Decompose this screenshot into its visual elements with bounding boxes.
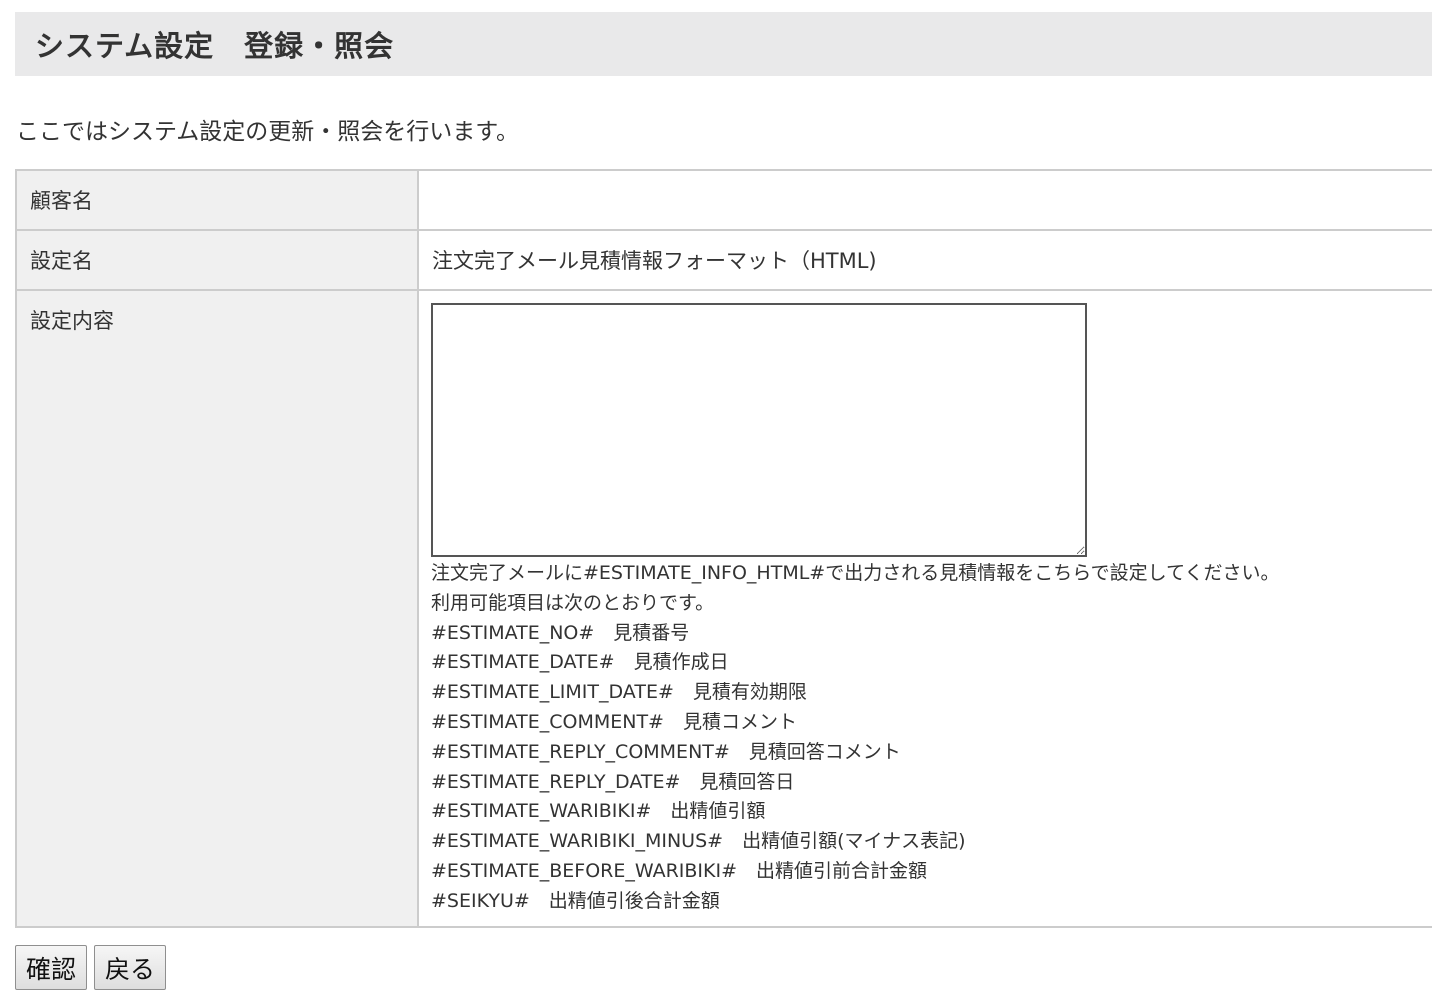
help-line: #ESTIMATE_REPLY_COMMENT# 見積回答コメント <box>431 740 901 763</box>
help-line: 注文完了メールに#ESTIMATE_INFO_HTML#で出力される見積情報をこ… <box>431 562 1280 584</box>
setting-content-textarea[interactable] <box>431 303 1087 557</box>
customer-value <box>417 169 1432 231</box>
help-line: #SEIKYU# 出精値引後合計金額 <box>431 889 720 912</box>
button-row: 確認 戻る <box>15 945 166 990</box>
help-line: #ESTIMATE_WARIBIKI# 出精値引額 <box>431 800 766 823</box>
back-button[interactable]: 戻る <box>94 945 166 990</box>
help-line: #ESTIMATE_DATE# 見積作成日 <box>431 651 729 674</box>
help-line: #ESTIMATE_BEFORE_WARIBIKI# 出精値引前合計金額 <box>431 859 928 882</box>
help-line: #ESTIMATE_NO# 見積番号 <box>431 621 690 644</box>
table-row-setting-name: 設定名 注文完了メール見積情報フォーマット（HTML) <box>15 229 1432 291</box>
settings-table: 顧客名 設定名 注文完了メール見積情報フォーマット（HTML) 設定内容 注文完… <box>15 169 1432 928</box>
confirm-button[interactable]: 確認 <box>15 945 87 990</box>
page-description: ここではシステム設定の更新・照会を行います。 <box>16 119 520 145</box>
customer-label: 顧客名 <box>15 169 419 231</box>
setting-content-label: 設定内容 <box>15 289 419 928</box>
help-line: 利用可能項目は次のとおりです。 <box>431 591 715 614</box>
help-line: #ESTIMATE_LIMIT_DATE# 見積有効期限 <box>431 681 807 704</box>
help-line: #ESTIMATE_WARIBIKI_MINUS# 出精値引額(マイナス表記) <box>431 830 966 853</box>
table-row-setting-content: 設定内容 注文完了メールに#ESTIMATE_INFO_HTML#で出力される見… <box>15 289 1432 928</box>
setting-name-value: 注文完了メール見積情報フォーマット（HTML) <box>417 229 1432 291</box>
table-row-customer: 顧客名 <box>15 169 1432 231</box>
page-title: システム設定 登録・照会 <box>35 29 395 63</box>
setting-name-label: 設定名 <box>15 229 419 291</box>
page-header: システム設定 登録・照会 <box>15 12 1432 76</box>
setting-content-cell: 注文完了メールに#ESTIMATE_INFO_HTML#で出力される見積情報をこ… <box>417 289 1432 928</box>
help-text: 注文完了メールに#ESTIMATE_INFO_HTML#で出力される見積情報をこ… <box>431 559 1432 917</box>
help-line: #ESTIMATE_REPLY_DATE# 見積回答日 <box>431 770 795 793</box>
help-line: #ESTIMATE_COMMENT# 見積コメント <box>431 710 797 733</box>
